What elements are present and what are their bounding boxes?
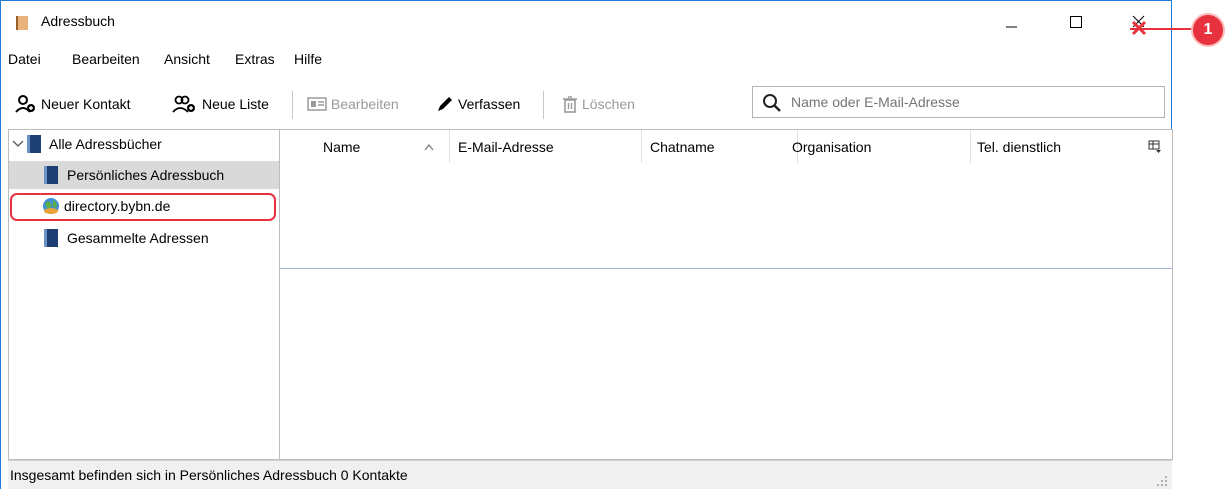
menu-datei[interactable]: Datei (8, 51, 41, 67)
sort-ascending-icon (424, 144, 434, 151)
contact-list: Name E-Mail-Adresse Chatname Organisatio… (279, 129, 1173, 460)
delete-label: Löschen (582, 96, 635, 112)
column-picker-icon[interactable] (1148, 140, 1162, 154)
minimize-icon (1006, 26, 1017, 28)
contact-card-icon (307, 97, 327, 111)
address-book-tree: Alle Adressbücher Persönliches Adressbuc… (8, 129, 279, 460)
status-bar: Insgesamt befinden sich in Persönliches … (8, 460, 1172, 489)
trash-icon (563, 96, 577, 113)
search-icon (763, 94, 781, 112)
compose-label: Verfassen (458, 96, 521, 112)
menu-hilfe[interactable]: Hilfe (294, 51, 322, 67)
highlight-box (10, 193, 276, 221)
toolbar-separator (543, 91, 544, 119)
address-book-window: Adressbuch Datei Bearbeiten Ansicht Extr… (0, 0, 1173, 489)
status-text: Insgesamt befinden sich in Persönliches … (10, 467, 408, 483)
column-header-email[interactable]: E-Mail-Adresse (458, 130, 554, 163)
search-input[interactable] (791, 94, 1151, 110)
compose-button[interactable]: Verfassen (436, 88, 520, 120)
window-title: Adressbuch (41, 13, 115, 29)
chevron-down-icon[interactable] (11, 137, 25, 151)
column-header-organisation[interactable]: Organisation (792, 130, 871, 163)
add-contact-icon (15, 95, 35, 113)
new-contact-button[interactable]: Neuer Kontakt (15, 88, 131, 120)
add-list-icon (172, 95, 195, 113)
callout-badge: 1 (1191, 13, 1225, 47)
delete-button[interactable]: Löschen (562, 88, 635, 120)
search-box[interactable] (752, 86, 1165, 118)
column-separator[interactable] (970, 130, 971, 163)
menu-bar: Datei Bearbeiten Ansicht Extras Hilfe (1, 51, 1171, 73)
column-label: Name (323, 138, 361, 155)
address-book-icon (16, 16, 28, 30)
column-separator[interactable] (641, 130, 642, 163)
tree-item-label: Persönliches Adressbuch (67, 167, 225, 183)
column-separator[interactable] (449, 130, 450, 163)
title-bar: Adressbuch (1, 0, 1171, 42)
resize-grip-icon[interactable] (1156, 475, 1168, 487)
minimize-button[interactable] (996, 9, 1026, 35)
toolbar-separator (292, 91, 293, 119)
tree-item-label: Alle Adressbücher (49, 136, 162, 152)
tree-item-all-address-books[interactable]: Alle Adressbücher (9, 130, 279, 158)
menu-extras[interactable]: Extras (235, 51, 275, 67)
menu-bearbeiten[interactable]: Bearbeiten (72, 51, 140, 67)
new-list-label: Neue Liste (202, 96, 269, 112)
column-label: E-Mail-Adresse (458, 138, 554, 155)
column-label: Organisation (792, 138, 872, 155)
tree-item-personal-address-book[interactable]: Persönliches Adressbuch (9, 161, 279, 189)
new-contact-label: Neuer Kontakt (41, 96, 131, 112)
address-book-icon (44, 166, 58, 184)
column-label: Tel. dienstlich (977, 138, 1062, 155)
edit-button[interactable]: Bearbeiten (307, 88, 399, 120)
column-header-chatname[interactable]: Chatname (650, 130, 715, 163)
address-book-icon (27, 135, 41, 153)
column-header-name[interactable]: Name (323, 130, 360, 163)
maximize-button[interactable] (1060, 9, 1090, 35)
address-book-icon (44, 229, 58, 247)
tree-item-collected-addresses[interactable]: Gesammelte Adressen (9, 224, 279, 252)
edit-label: Bearbeiten (331, 96, 399, 112)
maximize-icon (1070, 16, 1082, 28)
column-label: Chatname (650, 138, 715, 155)
pane-splitter[interactable] (280, 268, 1172, 269)
menu-ansicht[interactable]: Ansicht (164, 51, 210, 67)
pencil-icon (438, 97, 452, 111)
column-header-work-phone[interactable]: Tel. dienstlich (977, 130, 1061, 163)
new-list-button[interactable]: Neue Liste (172, 88, 269, 120)
tree-item-label: Gesammelte Adressen (67, 230, 209, 246)
